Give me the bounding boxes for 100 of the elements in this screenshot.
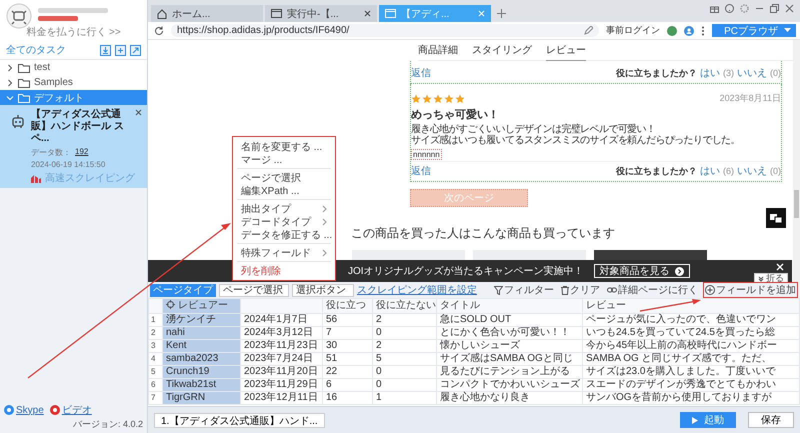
- button-select-dropdown[interactable]: 選択ボタン: [292, 284, 354, 296]
- table-cell: Tikwab21st: [162, 378, 240, 392]
- star-icon: [444, 94, 454, 104]
- folder-icon: [18, 92, 30, 102]
- star-icon: [422, 94, 432, 104]
- redacted-bar: [38, 8, 108, 13]
- menu-item[interactable]: 編集XPath ...: [233, 184, 335, 197]
- caret-icon: [784, 28, 791, 33]
- chevron-icon: [322, 248, 327, 256]
- toolbar-action[interactable]: 詳細ページに行く: [605, 282, 700, 298]
- pre-login-link[interactable]: 事前ログイン: [606, 24, 660, 37]
- speed-icon: [31, 174, 41, 182]
- helpful-question: 役に立ちましたか？: [616, 164, 697, 178]
- menu-item[interactable]: デコードタイプ: [233, 215, 335, 228]
- menu-item[interactable]: 名前を変更する ...: [233, 140, 335, 153]
- table-cell: 30: [322, 340, 372, 352]
- no-link[interactable]: いいえ: [737, 66, 767, 80]
- table-cell: 履き心地かなり良き: [436, 392, 582, 404]
- no-link[interactable]: いいえ: [737, 164, 767, 178]
- page-select-dropdown[interactable]: ページで選択: [219, 284, 289, 296]
- menu-item[interactable]: 列を削除: [233, 264, 335, 277]
- column-header[interactable]: タイトル: [436, 298, 582, 314]
- task-tab[interactable]: 1.【アディダス公式通販】ハンド...: [154, 412, 325, 428]
- star-icon: [411, 94, 421, 104]
- table-cell: 16: [322, 392, 372, 404]
- table-cell: サイズ感はSAMBA OGと同じ: [436, 352, 582, 366]
- table-cell: 2023年11月23日: [240, 340, 322, 352]
- menu-item[interactable]: ページで選択: [233, 171, 335, 184]
- toolbar-action[interactable]: フィルター: [492, 282, 556, 298]
- address-field[interactable]: https://shop.adidas.jp/products/IF6490/: [171, 24, 600, 37]
- download-icon[interactable]: [100, 44, 111, 56]
- table-cell: 2024年1月7日: [240, 314, 322, 326]
- scrollbar[interactable]: [793, 40, 800, 282]
- more-icon[interactable]: [701, 26, 706, 36]
- yes-link[interactable]: はい: [700, 164, 720, 178]
- yes-link[interactable]: はい: [700, 66, 720, 80]
- timestamp: 2024-06-19 14:15:50: [31, 160, 106, 169]
- mode-label: 高速スクレイピング: [45, 172, 135, 185]
- table-cell: 5: [372, 352, 436, 366]
- reply-link[interactable]: 返信: [411, 164, 431, 178]
- translate-icon[interactable]: [766, 208, 786, 228]
- table-cell: とにかく色合いが可愛い！！: [436, 326, 582, 340]
- browser-tab[interactable]: ホーム...: [151, 5, 263, 22]
- table-cell: samba2023: [162, 352, 240, 366]
- table-cell: 2023年12月11日: [240, 392, 322, 404]
- column-header[interactable]: レビュアー: [162, 298, 240, 314]
- menu-item[interactable]: マージ ...: [233, 153, 335, 166]
- link-icon: [607, 286, 617, 294]
- add-icon[interactable]: [115, 44, 126, 56]
- folder-item[interactable]: Samples: [0, 75, 147, 90]
- filter-icon: [494, 286, 503, 294]
- reply-link[interactable]: 返信: [411, 66, 431, 80]
- new-tab-icon[interactable]: [497, 9, 506, 18]
- status-icon[interactable]: [667, 26, 678, 36]
- column-header[interactable]: 役に立たない: [372, 298, 436, 314]
- table-cell: Crunch19: [162, 366, 240, 378]
- table-cell: いつも24.5を買っていて24.5を買ったら総: [582, 326, 800, 340]
- user-icon[interactable]: [684, 26, 694, 36]
- review-text: サイズ感はいつも履いてるスタンスミスのサイズを頼んだらぴったりでした。: [411, 135, 742, 146]
- review-title: めっちゃ可愛い！: [411, 108, 500, 122]
- help-link[interactable]: ビデオ: [50, 403, 92, 417]
- page-tab[interactable]: レビュー: [546, 40, 586, 60]
- folder-item[interactable]: test: [0, 60, 147, 75]
- refresh-icon[interactable]: [154, 26, 164, 36]
- menu-item[interactable]: 特殊フィールド: [233, 246, 335, 259]
- page-tab[interactable]: スタイリング: [472, 40, 532, 60]
- link-icon: [50, 405, 60, 415]
- page-tab[interactable]: 商品詳細: [418, 40, 458, 60]
- table-cell: 今から45年以上前の高校時代にハンドボー: [582, 340, 800, 352]
- save-button[interactable]: 保存: [748, 412, 794, 428]
- data-count-link[interactable]: 192: [75, 147, 88, 158]
- table-cell: 0: [372, 366, 436, 378]
- table-cell: 0: [372, 326, 436, 340]
- star-icon: [455, 94, 465, 104]
- help-icon[interactable]: [725, 4, 734, 13]
- export-icon[interactable]: [130, 44, 141, 56]
- home-icon: [157, 8, 167, 18]
- close-icon[interactable]: [364, 10, 371, 17]
- toolbar-action[interactable]: フィールドを追加: [703, 282, 798, 298]
- table-cell: 見るたびにテンション上がる: [436, 366, 582, 378]
- column-header[interactable]: レビュー: [582, 298, 800, 314]
- restore-icon[interactable]: [770, 4, 779, 13]
- toolbar-action[interactable]: クリア: [559, 282, 602, 298]
- browser-tab[interactable]: 実行中-【...: [265, 5, 377, 22]
- task-item[interactable]: 【アディダス公式通販】ハンドボール スペ... データ数： 192 2024-06-19 14:15:50 高速スクレイピング: [0, 105, 147, 188]
- help-link[interactable]: Skype: [4, 404, 44, 416]
- table-cell: 懐かしいシューズ: [436, 340, 582, 352]
- view-products-button[interactable]: 対象商品を見る: [594, 264, 690, 278]
- table-cell: SAMBA OG と同じサイズ感です。ただ、: [582, 352, 800, 366]
- menu-item[interactable]: 抽出タイプ: [233, 202, 335, 215]
- no-count: (0): [770, 68, 781, 78]
- table-cell: サンバOGを昔前から使用しておりますが: [582, 392, 800, 404]
- robot-icon: [10, 113, 26, 129]
- table-cell: 2023年11月20日: [240, 366, 322, 378]
- menu-item[interactable]: データを修正する ...: [233, 228, 335, 241]
- column-header[interactable]: 役に立つ: [322, 298, 372, 314]
- table-cell: 2024年3月12日: [240, 326, 322, 340]
- collapse-button[interactable]: 折る: [754, 273, 788, 282]
- scrape-range-link[interactable]: スクレイピング範囲を設定: [357, 283, 477, 297]
- pencil-icon[interactable]: [584, 26, 594, 35]
